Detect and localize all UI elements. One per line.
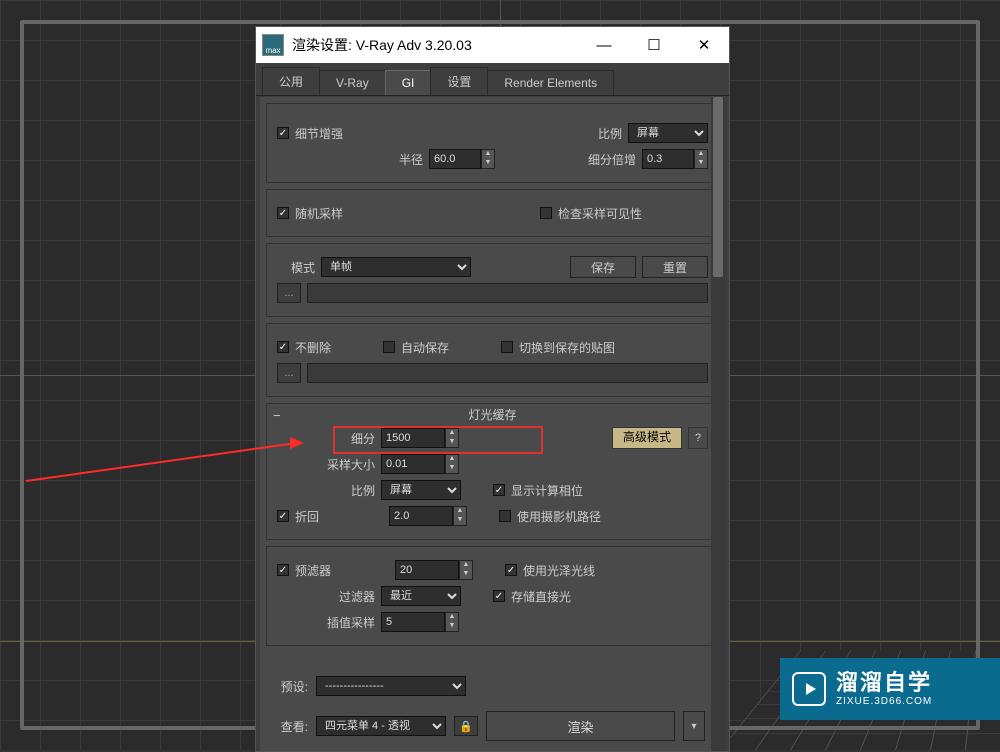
spinner-sample-size[interactable]: ▲▼ (381, 454, 459, 474)
checkbox-prefilter[interactable] (277, 564, 289, 576)
label-sample-size: 采样大小 (277, 456, 375, 473)
button-lock-view[interactable]: 🔒 (454, 716, 478, 736)
watermark-url: ZIXUE.3D66.COM (836, 696, 932, 707)
label-subdiv-mult: 细分倍增 (588, 151, 636, 168)
input-radius[interactable] (429, 149, 481, 169)
watermark-brand: 溜溜自学 (836, 671, 932, 695)
checkbox-store-direct[interactable] (493, 590, 505, 602)
button-browse-2[interactable]: ... (277, 363, 301, 383)
select-filter[interactable]: 最近 (381, 586, 461, 606)
section-detail-enhance: 细节增强 比例 屏幕 半径 ▲▼ 细分倍增 ▲▼ (266, 103, 719, 183)
render-settings-dialog: max 渲染设置: V-Ray Adv 3.20.03 — ☐ ✕ 公用 V-R… (255, 26, 730, 752)
label-use-glossy: 使用光泽光线 (523, 562, 595, 579)
label-random-sample: 随机采样 (295, 205, 343, 222)
label-switch-saved: 切换到保存的贴图 (519, 339, 615, 356)
label-check-sample-vis: 检查采样可见性 (558, 205, 642, 222)
checkbox-switch-saved[interactable] (501, 341, 513, 353)
tab-common[interactable]: 公用 (262, 67, 320, 95)
label-detail-enhance: 细节增强 (295, 125, 343, 142)
section-light-cache: − 灯光缓存 细分 ▲▼ 高级模式 ? 采样大小 ▲▼ 比例 (266, 403, 719, 540)
tab-settings[interactable]: 设置 (430, 67, 488, 95)
annotation-arrow-head (290, 437, 304, 449)
label-ratio-lc: 比例 (277, 482, 375, 499)
section-no-delete: 不删除 自动保存 切换到保存的贴图 ... (266, 323, 719, 397)
select-ratio[interactable]: 屏幕 (628, 123, 708, 143)
input-interp[interactable] (381, 612, 445, 632)
close-button[interactable]: ✕ (679, 27, 729, 63)
path-field-2[interactable] (307, 363, 708, 383)
spinner-subdiv[interactable]: ▲▼ (381, 428, 459, 448)
watermark: 溜溜自学 ZIXUE.3D66.COM (780, 658, 1000, 720)
label-retrace: 折回 (295, 508, 319, 525)
button-help[interactable]: ? (688, 427, 708, 449)
maximize-button[interactable]: ☐ (629, 27, 679, 63)
dialog-footer: 预设: ---------------- 查看: 四元菜单 4 - 透视 🔒 渲… (266, 671, 705, 745)
label-prefilter: 预滤器 (295, 562, 331, 579)
scrollbar-thumb[interactable] (713, 97, 723, 277)
input-prefilter[interactable] (395, 560, 459, 580)
label-interp: 插值采样 (277, 614, 375, 631)
tab-bar: 公用 V-Ray GI 设置 Render Elements (256, 63, 729, 96)
select-ratio-lc[interactable]: 屏幕 (381, 480, 461, 500)
window-title: 渲染设置: V-Ray Adv 3.20.03 (292, 35, 579, 55)
checkbox-use-glossy[interactable] (505, 564, 517, 576)
dialog-body: 细节增强 比例 屏幕 半径 ▲▼ 细分倍增 ▲▼ (260, 97, 725, 751)
spinner-retrace[interactable]: ▲▼ (389, 506, 467, 526)
input-subdiv-mult[interactable] (642, 149, 694, 169)
select-view[interactable]: 四元菜单 4 - 透视 (316, 716, 446, 736)
scrollbar-track[interactable] (711, 97, 725, 751)
button-browse-1[interactable]: ... (277, 283, 301, 303)
spinner-subdiv-mult[interactable]: ▲▼ (642, 149, 708, 169)
tab-render-elements[interactable]: Render Elements (487, 70, 614, 95)
checkbox-detail-enhance[interactable] (277, 127, 289, 139)
label-preset: 预设: (266, 678, 308, 695)
checkbox-check-sample-vis[interactable] (540, 207, 552, 219)
checkbox-random-sample[interactable] (277, 207, 289, 219)
select-mode[interactable]: 单帧 (321, 257, 471, 277)
checkbox-show-calc[interactable] (493, 484, 505, 496)
button-advanced-mode[interactable]: 高级模式 (612, 427, 682, 449)
select-preset[interactable]: ---------------- (316, 676, 466, 696)
input-subdiv[interactable] (381, 428, 445, 448)
label-mode: 模式 (277, 259, 315, 276)
label-radius: 半径 (393, 151, 423, 168)
label-ratio: 比例 (598, 125, 622, 142)
minimize-button[interactable]: — (579, 27, 629, 63)
section-mode: 模式 单帧 保存 重置 ... (266, 243, 719, 317)
button-save[interactable]: 保存 (570, 256, 636, 278)
checkbox-retrace[interactable] (277, 510, 289, 522)
input-sample-size[interactable] (381, 454, 445, 474)
label-show-calc: 显示计算相位 (511, 482, 583, 499)
render-dropdown-icon[interactable]: ▾ (683, 711, 705, 741)
button-reset[interactable]: 重置 (642, 256, 708, 278)
checkbox-no-delete[interactable] (277, 341, 289, 353)
label-no-delete: 不删除 (295, 339, 331, 356)
section-prefilter: 预滤器 ▲▼ 使用光泽光线 过滤器 最近 存储直接光 插 (266, 546, 719, 646)
section-title-light-cache: 灯光缓存 (277, 406, 708, 423)
label-camera-path: 使用摄影机路径 (517, 508, 601, 525)
label-auto-save: 自动保存 (401, 339, 449, 356)
section-random-sample: 随机采样 检查采样可见性 (266, 189, 719, 237)
input-retrace[interactable] (389, 506, 453, 526)
checkbox-auto-save[interactable] (383, 341, 395, 353)
path-field-1[interactable] (307, 283, 708, 303)
spinner-radius[interactable]: ▲▼ (429, 149, 495, 169)
play-icon (792, 672, 826, 706)
checkbox-camera-path[interactable] (499, 510, 511, 522)
label-filter: 过滤器 (277, 588, 375, 605)
label-view: 查看: (266, 718, 308, 735)
label-store-direct: 存储直接光 (511, 588, 571, 605)
button-render[interactable]: 渲染 (486, 711, 675, 741)
app-icon: max (262, 34, 284, 56)
spinner-prefilter[interactable]: ▲▼ (395, 560, 473, 580)
tab-vray[interactable]: V-Ray (319, 70, 386, 95)
titlebar[interactable]: max 渲染设置: V-Ray Adv 3.20.03 — ☐ ✕ (256, 27, 729, 63)
tab-gi[interactable]: GI (385, 70, 432, 95)
spinner-interp[interactable]: ▲▼ (381, 612, 459, 632)
rollout-toggle-icon[interactable]: − (273, 408, 281, 423)
